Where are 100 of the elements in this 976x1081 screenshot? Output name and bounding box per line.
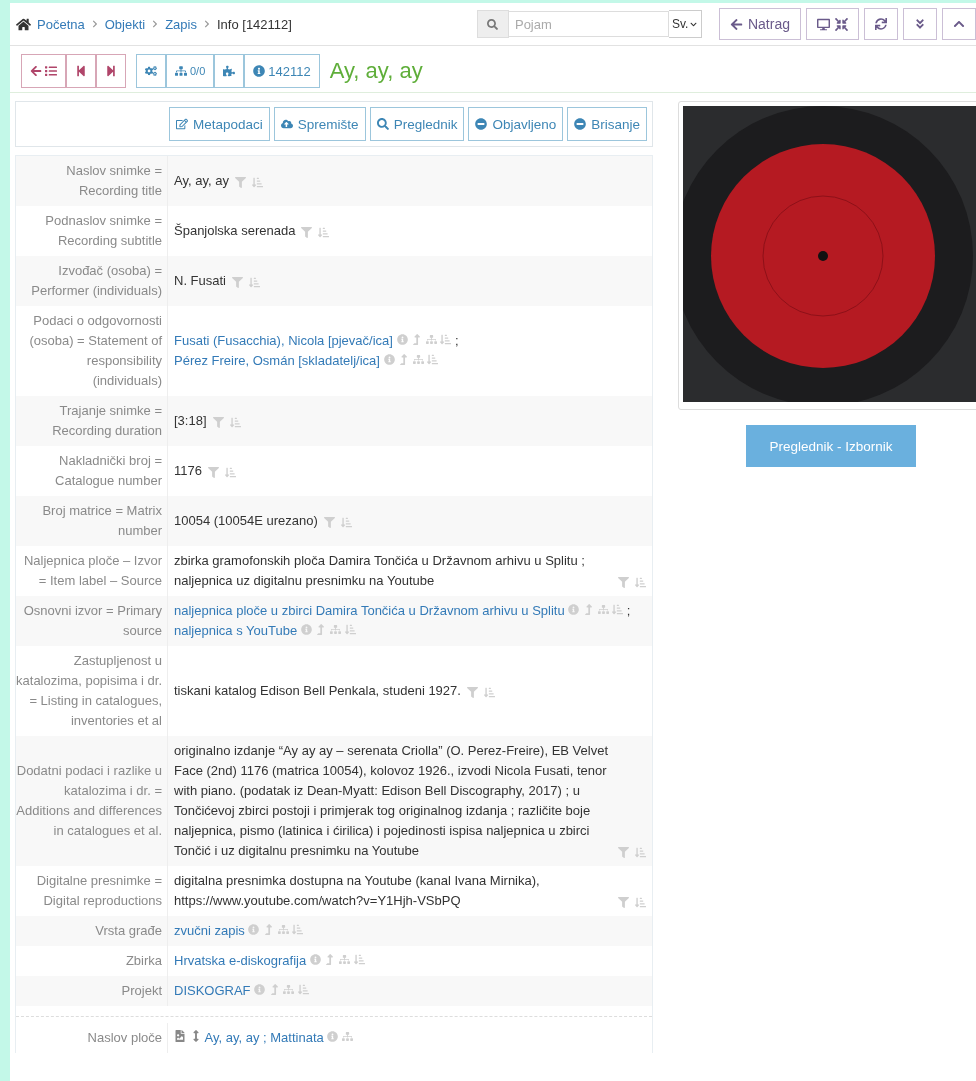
collapse-button[interactable]	[942, 8, 976, 40]
sort-icon	[292, 924, 304, 935]
last-record-button[interactable]	[96, 54, 126, 88]
cloud-upload-icon	[280, 118, 293, 130]
sort-icon	[344, 624, 356, 635]
hierarchy-icon	[339, 954, 351, 965]
field-value: 10054 (10054E urezano)	[174, 512, 318, 530]
level-up-icon	[324, 954, 336, 965]
field-value: digitalna presnimka dostupna na Youtube (kanal Ivana Mirnika), https://www.youtube.com/watch?v=Y1Hjh-VSbPQ	[174, 872, 541, 910]
chevron-icon	[202, 20, 211, 28]
back-to-list-button[interactable]	[21, 54, 66, 88]
sort-icon	[635, 577, 646, 588]
first-record-button[interactable]	[66, 54, 96, 88]
scope-select[interactable]: Sv.	[668, 10, 702, 38]
filter-icon	[232, 277, 243, 288]
step-forward-icon	[105, 65, 117, 77]
viewer-menu-button[interactable]: Preglednik - Izbornik	[746, 425, 916, 467]
arrow-left-icon	[729, 17, 743, 31]
field-label: Projekt	[16, 976, 168, 1006]
info-icon	[300, 624, 312, 635]
breadcrumb-link[interactable]: Objekti	[104, 16, 146, 32]
level-up-icon	[411, 334, 423, 345]
info-icon	[383, 354, 395, 365]
current-page-text[interactable]: Info [142112]	[216, 16, 292, 32]
hierarchy-icon	[330, 624, 341, 635]
level-up-icon	[315, 624, 327, 635]
expand-button[interactable]	[903, 8, 937, 40]
hierarchy-icon	[342, 1031, 353, 1042]
hierarchy-icon	[597, 604, 609, 615]
separator-text: ;	[455, 333, 459, 348]
search-icon	[476, 10, 509, 38]
sort-icon	[298, 984, 310, 995]
hierarchy-icon	[412, 354, 424, 365]
action-button[interactable]: Brisanje	[567, 107, 647, 141]
refresh-button[interactable]	[864, 8, 898, 40]
record-id-button[interactable]: 142112	[244, 54, 320, 88]
action-button[interactable]: Objavljeno	[468, 107, 564, 141]
edit-icon	[176, 118, 189, 130]
value-link[interactable]: naljepnica s YouTube	[174, 623, 298, 638]
puzzle-icon	[223, 65, 236, 77]
chevron-icon	[90, 20, 99, 28]
action-button[interactable]: Preglednik	[369, 107, 465, 141]
value-link[interactable]: Fusati (Fusacchia), Nicola [pjevač/ica]	[174, 333, 393, 348]
chevron-up-icon	[953, 18, 965, 30]
list-icon	[45, 65, 57, 77]
hierarchy-icon	[283, 984, 295, 995]
fullscreen-button[interactable]	[806, 8, 859, 40]
value-link[interactable]: DISKOGRAF	[174, 983, 251, 998]
hierarchy-icon	[277, 924, 289, 935]
sort-icon	[249, 277, 260, 288]
refresh-icon	[875, 18, 887, 30]
filter-icon	[618, 577, 629, 588]
image-icon	[174, 1030, 186, 1042]
value-link[interactable]: Hrvatska e-diskografija	[174, 953, 307, 968]
sort-icon	[229, 417, 241, 428]
sort-icon	[318, 227, 330, 238]
sort-icon	[224, 467, 236, 478]
compress-icon	[835, 17, 848, 31]
info-icon	[396, 334, 408, 345]
double-chevron-down-icon	[914, 18, 926, 30]
home-icon	[16, 16, 31, 32]
breadcrumb-link[interactable]: Početna	[37, 16, 85, 32]
level-up-icon	[398, 354, 410, 365]
breadcrumb-link[interactable]: Zapis	[165, 16, 197, 32]
value-link[interactable]: zvučni zapis	[174, 923, 245, 938]
sort-icon	[635, 847, 646, 858]
puzzle-button[interactable]	[214, 54, 245, 88]
field-value: [3:18]	[174, 412, 207, 430]
sort-icon	[251, 177, 263, 188]
value-link[interactable]: Pérez Freire, Osmán [skladatelj/ica]	[174, 353, 380, 368]
value-link[interactable]: Ay, ay, ay ; Mattinata	[204, 1030, 324, 1045]
info-icon	[568, 604, 580, 615]
action-button[interactable]: Spremište	[273, 107, 366, 141]
sort-icon	[340, 517, 352, 528]
caret-icon	[690, 20, 698, 28]
filter-icon	[301, 227, 313, 238]
settings-button[interactable]	[136, 54, 166, 88]
sort-icon	[440, 334, 452, 345]
search-field[interactable]: Pojam	[508, 11, 669, 37]
arrow-left-icon	[30, 65, 42, 77]
search-icon	[376, 118, 389, 130]
sort-icon	[483, 687, 495, 698]
level-up-icon	[263, 924, 275, 935]
hierarchy-icon	[425, 334, 437, 345]
back-button[interactable]: Natrag	[718, 8, 801, 40]
monitor-icon	[817, 17, 830, 31]
field-value: N. Fusati	[174, 272, 226, 290]
hierarchy-button[interactable]: 0/0	[166, 54, 215, 88]
gears-icon	[145, 65, 157, 77]
filter-icon	[323, 517, 335, 528]
sort-icon	[612, 604, 624, 615]
level-up-icon	[268, 984, 280, 995]
separator-text: ;	[626, 603, 631, 618]
value-link[interactable]: naljepnica ploče u zbirci Damira Tončića u Državnom arhivu u Splitu	[174, 603, 565, 618]
info-icon	[248, 924, 260, 935]
action-button[interactable]: Metapodaci	[169, 107, 270, 141]
field-value: tiskani katalog Edison Bell Penkala, studeni 1927.	[174, 682, 461, 700]
sort-icon	[635, 897, 646, 908]
field-value: originalno izdanje “Ay ay ay – serenata Criolla” (O. Perez-Freire), EB Velvet Face (2nd) 1176 (matrica 10054), kolovoz 1926., izvodi Nicola Fusati, tenor with piano. (podatak iz Dean-Myatt: Edison Bell Discography, 2017) ; u Tončićevoj zbirci postoji i primjerak tog originalnog izdanja ; različite boje naljepnica, pismo (latinica i ćirilica) i pojedinosti ispisa naljepnica u zbirci Tončić i uz digitalnu presnimku na Youtube	[174, 742, 609, 860]
filter-icon	[466, 687, 478, 698]
